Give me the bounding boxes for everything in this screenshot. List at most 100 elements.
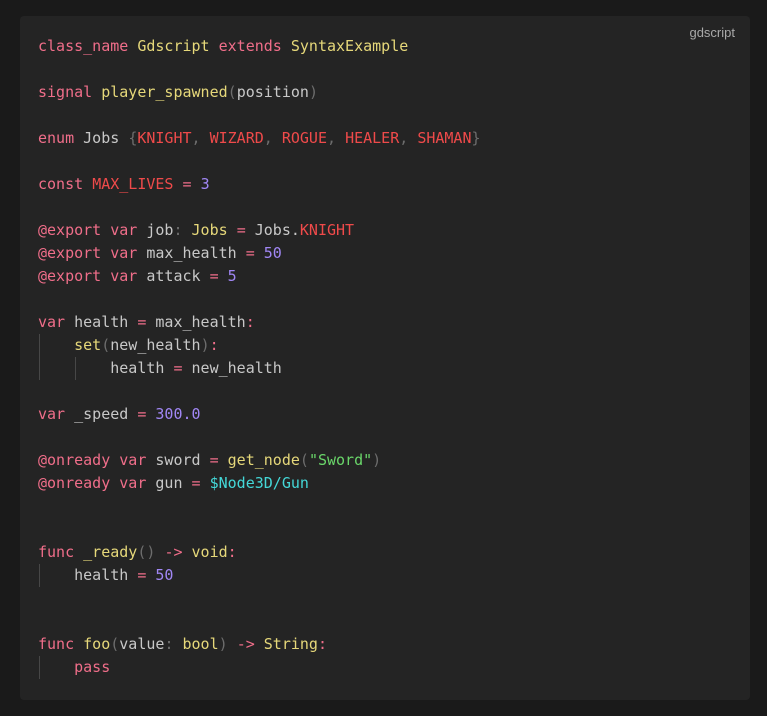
- code-token: func: [38, 543, 75, 561]
- code-token: :: [173, 221, 183, 239]
- code-token: get_node: [227, 451, 300, 469]
- code-token: ): [218, 635, 228, 653]
- code-token: foo: [83, 635, 111, 653]
- code-token: (): [137, 543, 156, 561]
- code-line: func foo(value: bool) -> String:: [38, 633, 481, 656]
- code-token: @onready: [38, 451, 111, 469]
- code-token: :: [245, 313, 255, 331]
- code-token: extends: [218, 37, 282, 55]
- code-token: ,: [263, 129, 282, 147]
- code-listing[interactable]: class_name Gdscript extends SyntaxExampl…: [38, 35, 481, 679]
- indent-guide: [39, 656, 40, 679]
- code-line: health = new_health: [38, 357, 481, 380]
- code-token: enum: [38, 129, 75, 147]
- code-token: attack: [137, 267, 210, 285]
- code-token: _speed: [65, 405, 138, 423]
- code-token: ): [372, 451, 382, 469]
- code-token: KNIGHT: [299, 221, 355, 239]
- code-token: HEALER: [345, 129, 400, 147]
- code-token: 50: [263, 244, 282, 262]
- code-token: =: [209, 451, 219, 469]
- code-token: job: [137, 221, 174, 239]
- code-token: Gdscript: [137, 37, 210, 55]
- code-token: func: [38, 635, 75, 653]
- code-token: 3: [200, 175, 210, 193]
- code-token: var: [110, 221, 138, 239]
- code-token: =: [173, 359, 183, 377]
- code-token: health: [38, 359, 174, 377]
- code-line: health = 50: [38, 564, 481, 587]
- code-token: var: [110, 267, 138, 285]
- code-token: :: [227, 543, 237, 561]
- code-token: MAX_LIVES: [92, 175, 174, 193]
- code-line: signal player_spawned(position): [38, 81, 481, 104]
- code-token: pass: [74, 658, 111, 676]
- code-token: 50: [155, 566, 174, 584]
- code-token: ,: [399, 129, 418, 147]
- code-token: ,: [327, 129, 346, 147]
- code-token: max_health: [146, 313, 246, 331]
- code-token: (: [110, 635, 120, 653]
- code-token: ->: [236, 635, 255, 653]
- code-token: =: [245, 244, 255, 262]
- code-token: new_health: [182, 359, 282, 377]
- code-token: SyntaxExample: [290, 37, 409, 55]
- code-token: @export: [38, 244, 102, 262]
- code-token: String: [263, 635, 318, 653]
- code-token: const: [38, 175, 84, 193]
- code-token: "Sword": [308, 451, 373, 469]
- code-token: gun: [146, 474, 192, 492]
- code-token: max_health: [137, 244, 246, 262]
- code-token: Jobs: [191, 221, 228, 239]
- code-token: var: [110, 244, 138, 262]
- code-token: var: [119, 474, 147, 492]
- code-token: position: [236, 83, 309, 101]
- code-token: bool: [182, 635, 219, 653]
- code-token: ->: [164, 543, 183, 561]
- code-token: var: [38, 313, 66, 331]
- code-line: @export var job: Jobs = Jobs.KNIGHT: [38, 219, 481, 242]
- code-line: const MAX_LIVES = 3: [38, 173, 481, 196]
- code-token: ,: [191, 129, 210, 147]
- code-token: class_name: [38, 37, 129, 55]
- indent-guide: [39, 564, 40, 587]
- code-token: ): [308, 83, 318, 101]
- code-token: health: [65, 313, 138, 331]
- code-line: var _speed = 300.0: [38, 403, 481, 426]
- code-token: SHAMAN: [417, 129, 472, 147]
- indent-guide: [39, 357, 40, 380]
- code-token: ROGUE: [281, 129, 327, 147]
- code-token: @export: [38, 221, 102, 239]
- code-token: Jobs: [74, 129, 129, 147]
- code-token: ): [200, 336, 210, 354]
- code-token: (: [101, 336, 111, 354]
- code-token: _ready: [83, 543, 138, 561]
- code-token: sword: [146, 451, 210, 469]
- code-line: pass: [38, 656, 481, 679]
- code-line: var health = max_health:: [38, 311, 481, 334]
